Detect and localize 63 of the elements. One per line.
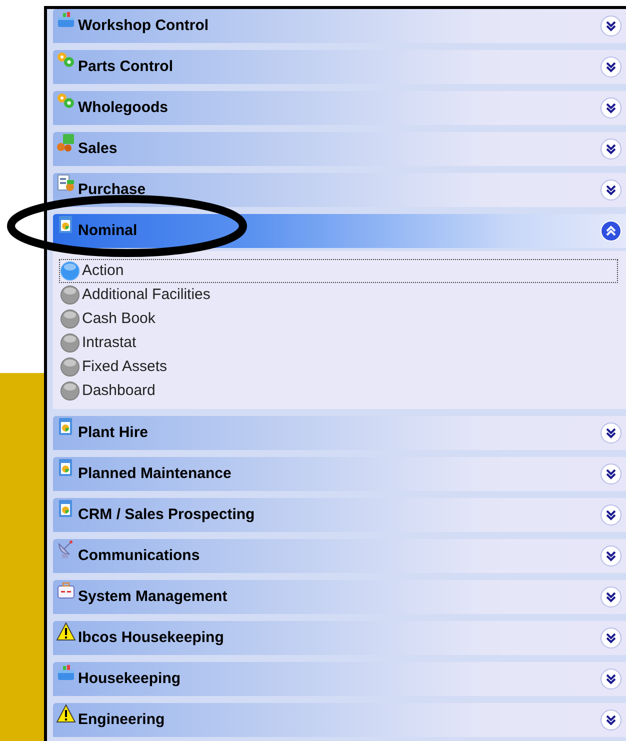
bullet-icon [60, 357, 80, 377]
nav-item[interactable]: Action [59, 259, 618, 283]
nav-item[interactable]: Fixed Assets [59, 355, 618, 379]
gears-icon [56, 51, 76, 70]
section-header[interactable]: CRM / Sales Prospecting [53, 498, 626, 532]
purchase-icon [56, 174, 76, 193]
expand-icon[interactable] [600, 463, 622, 485]
nav-item[interactable]: Cash Book [59, 307, 618, 331]
expand-icon[interactable] [600, 56, 622, 78]
section-header[interactable]: Purchase [53, 173, 626, 207]
expand-icon[interactable] [600, 504, 622, 526]
expand-icon[interactable] [600, 545, 622, 567]
gears-icon [56, 92, 76, 111]
section-title: Planned Maintenance [78, 464, 232, 484]
section-title: Housekeeping [78, 668, 182, 689]
section-header[interactable]: Nominal [53, 214, 626, 248]
section-title: Communications [78, 546, 201, 566]
expand-icon[interactable] [600, 627, 622, 649]
nav-item[interactable]: Dashboard [59, 379, 618, 403]
nav-item[interactable]: Intrastat [59, 331, 618, 355]
bullet-icon [60, 309, 80, 329]
toolbox-icon [56, 663, 76, 682]
section-header[interactable]: Parts Control [53, 50, 626, 84]
bullet-icon [60, 381, 80, 401]
section-header[interactable]: Housekeeping [53, 662, 626, 696]
section-title: Wholegoods [78, 98, 169, 118]
warning-icon [56, 622, 76, 641]
section-title: Ibcos Housekeeping [78, 628, 225, 648]
warning-icon [56, 704, 76, 723]
expand-icon[interactable] [600, 97, 622, 119]
expand-icon[interactable] [600, 422, 622, 444]
section-header[interactable]: Engineering [53, 703, 626, 737]
section-title: Workshop Control [78, 16, 210, 36]
section-title: System Management [78, 586, 228, 607]
expand-icon[interactable] [600, 586, 622, 608]
first-aid-kit-icon [56, 581, 76, 600]
section-header[interactable]: System Management [53, 580, 626, 614]
expand-icon[interactable] [600, 15, 622, 37]
section-header[interactable]: Planned Maintenance [53, 457, 626, 491]
bullet-icon [60, 285, 80, 305]
section-title: Plant Hire [78, 422, 150, 443]
section-header[interactable]: Communications [53, 539, 626, 573]
expand-icon[interactable] [600, 709, 622, 731]
expand-icon[interactable] [600, 138, 622, 160]
sales-icon [56, 133, 76, 152]
section-title: Sales [78, 138, 118, 159]
section-title: Purchase [78, 180, 147, 200]
toolbox-icon [56, 10, 76, 29]
bullet-icon [60, 261, 80, 281]
section-title: CRM / Sales Prospecting [78, 504, 256, 525]
nav-item[interactable]: Additional Facilities [59, 283, 618, 307]
section-header[interactable]: Plant Hire [53, 416, 626, 450]
expand-icon[interactable] [600, 668, 622, 690]
section-header[interactable]: Ibcos Housekeeping [53, 621, 626, 655]
section-header[interactable]: Wholegoods [53, 91, 626, 125]
expand-icon[interactable] [600, 179, 622, 201]
section-header[interactable]: Workshop Control [53, 9, 626, 43]
section-title: Nominal [78, 220, 138, 241]
section-title: Engineering [78, 710, 166, 730]
collapse-icon[interactable] [600, 220, 622, 242]
section-title: Parts Control [78, 56, 174, 77]
bullet-icon [60, 333, 80, 353]
section-header[interactable]: Sales [53, 132, 626, 166]
